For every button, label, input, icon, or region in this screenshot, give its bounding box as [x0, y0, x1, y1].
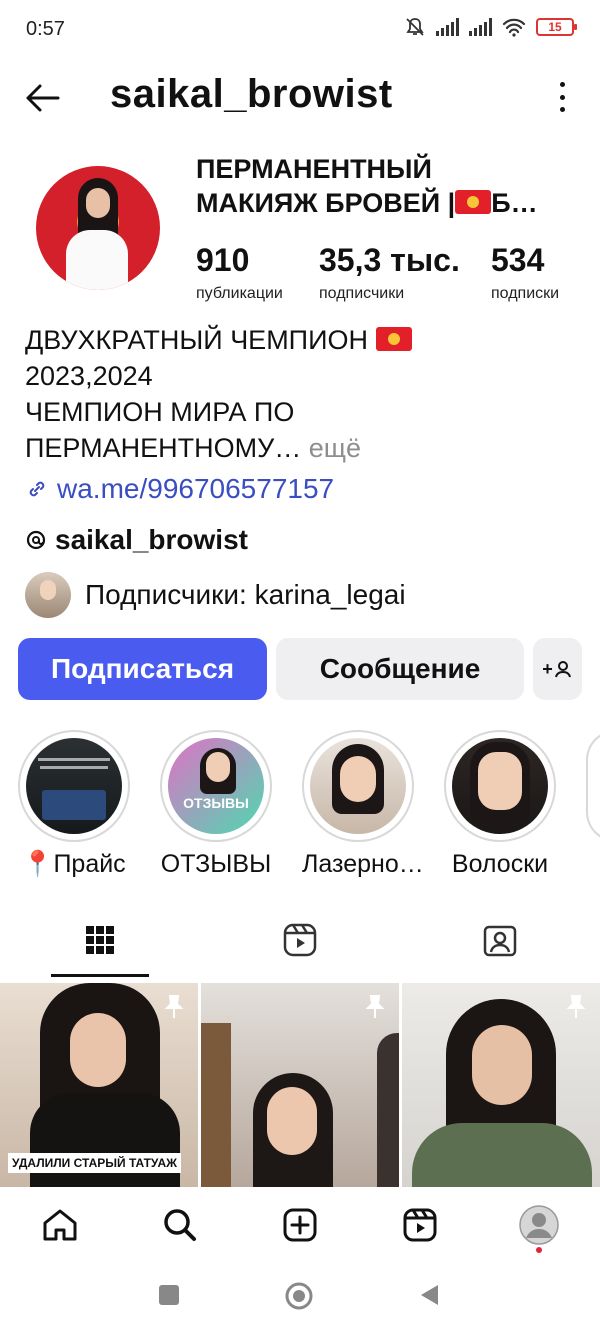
- suggest-people-button[interactable]: +: [533, 638, 582, 700]
- profile-stats: 910 публикации 35,3 тыс. подписчики 534 …: [196, 242, 586, 312]
- threads-icon: [26, 530, 46, 550]
- profile-link[interactable]: wa.me/996706577157: [25, 473, 334, 505]
- profile-full-name: ПЕРМАНЕНТНЫЙ МАКИЯЖ БРОВЕЙ | Б…: [196, 154, 538, 218]
- reels-icon[interactable]: [280, 920, 320, 960]
- back-arrow-icon[interactable]: [22, 78, 62, 118]
- status-bar: 0:57 15: [0, 0, 600, 62]
- bio-more-link[interactable]: ещё: [309, 433, 361, 463]
- story-highlight[interactable]: ОТЗЫВЫ ОТЗЫВЫ: [160, 730, 272, 879]
- story-highlight[interactable]: Лазерно…: [302, 730, 424, 879]
- grid-icon[interactable]: [80, 920, 120, 960]
- story-highlight[interactable]: [586, 730, 600, 842]
- recents-icon[interactable]: [157, 1283, 181, 1307]
- profile-username: saikal_browist: [110, 72, 393, 116]
- profile-bio: ДВУХКРАТНЫЙ ЧЕМПИОН 2023,2024 ЧЕМПИОН МИ…: [25, 322, 585, 466]
- tagged-icon[interactable]: [480, 920, 520, 960]
- battery-icon: 15: [536, 18, 577, 36]
- stat-followers[interactable]: 35,3 тыс. подписчики: [319, 242, 460, 303]
- mutual-followers[interactable]: Подписчики: karina_legai: [25, 572, 406, 618]
- home-system-icon[interactable]: [284, 1281, 314, 1311]
- signal-icon: [436, 18, 459, 36]
- signal-icon: [469, 18, 492, 36]
- profile-tabs: [0, 900, 600, 980]
- story-highlight[interactable]: 📍Прайс: [18, 730, 130, 879]
- bottom-navigation: [0, 1187, 600, 1263]
- kyrgyzstan-flag-icon: [375, 327, 412, 351]
- link-icon: [29, 481, 45, 497]
- post-thumbnail[interactable]: [201, 983, 399, 1187]
- stat-posts[interactable]: 910 публикации: [196, 242, 283, 303]
- profile-nav-avatar[interactable]: [519, 1205, 559, 1245]
- more-options-icon[interactable]: [558, 82, 566, 112]
- mute-icon: [406, 18, 424, 36]
- post-caption: УДАЛИЛИ СТАРЫЙ ТАТУАЖ: [8, 1153, 182, 1173]
- threads-profile-link[interactable]: saikal_browist: [25, 524, 248, 556]
- status-time: 0:57: [26, 18, 65, 40]
- system-navigation: [0, 1263, 600, 1332]
- create-post-icon[interactable]: [280, 1205, 320, 1245]
- follower-avatar: [25, 572, 71, 618]
- story-highlight[interactable]: Волоски: [444, 730, 556, 879]
- person-icon: [554, 661, 571, 678]
- profile-header: saikal_browist: [0, 62, 600, 132]
- message-button[interactable]: Сообщение: [276, 638, 524, 700]
- post-thumbnail[interactable]: УДАЛИЛИ СТАРЫЙ ТАТУАЖ: [0, 983, 198, 1187]
- kyrgyzstan-flag-icon: [455, 190, 492, 214]
- reels-nav-icon[interactable]: [400, 1205, 440, 1245]
- search-icon[interactable]: [160, 1205, 200, 1245]
- pin-icon: [164, 995, 184, 1018]
- follow-button[interactable]: Подписаться: [18, 638, 267, 700]
- profile-avatar[interactable]: [36, 166, 160, 290]
- active-tab-indicator: [51, 974, 149, 977]
- back-system-icon[interactable]: [418, 1283, 442, 1307]
- post-thumbnail[interactable]: [402, 983, 600, 1187]
- wifi-icon: [502, 18, 526, 37]
- pin-icon: [566, 995, 586, 1018]
- stat-following[interactable]: 534 подписки: [491, 242, 559, 303]
- posts-grid: УДАЛИЛИ СТАРЫЙ ТАТУАЖ: [0, 983, 600, 1187]
- pin-icon: [365, 995, 385, 1018]
- home-icon[interactable]: [40, 1205, 80, 1245]
- notification-dot: [536, 1247, 542, 1253]
